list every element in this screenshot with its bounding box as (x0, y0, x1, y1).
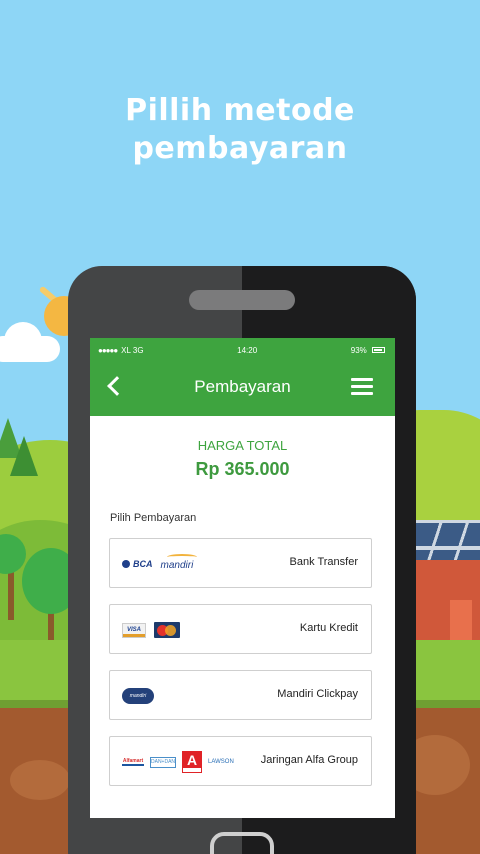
payment-option-label: Mandiri Clickpay (277, 688, 358, 700)
bca-logo: BCA (122, 559, 153, 569)
headline: Pillih metode pembayaran (0, 92, 480, 168)
battery-label: 93% (350, 345, 367, 355)
carrier-label: XL 3G (121, 345, 144, 355)
app-bar: Pembayaran (90, 362, 395, 416)
payment-section-label: Pilih Pembayaran (110, 512, 197, 524)
battery-indicator: 93% (351, 346, 385, 355)
dandan-logo: DAN+DAN (150, 756, 176, 768)
phone-speaker (189, 290, 295, 310)
mandiri-logo: mandiri (161, 553, 197, 571)
alfamidi-logo: A (182, 751, 202, 773)
mandiri-clickpay-logo: mandiri (122, 688, 154, 704)
headline-line-2: pembayaran (132, 131, 348, 166)
payment-option-alfa-group[interactable]: Alfamart DAN+DAN A LAWSON Jaringan Alfa … (109, 736, 372, 786)
page-title: Pembayaran (194, 377, 291, 396)
payment-option-label: Kartu Kredit (299, 622, 358, 634)
payment-option-mandiri-clickpay[interactable]: mandiri Mandiri Clickpay (109, 670, 372, 720)
hamburger-menu-icon[interactable] (351, 378, 373, 395)
payment-option-label: Bank Transfer (289, 556, 358, 568)
clock: 14:20 (237, 345, 258, 355)
mastercard-logo (154, 622, 180, 638)
total-price-value: Rp 365.000 (195, 459, 290, 479)
payment-option-bank-transfer[interactable]: BCA mandiri Bank Transfer (109, 538, 372, 588)
alfamart-logo: Alfamart (122, 758, 144, 766)
visa-logo: VISA (122, 622, 146, 638)
pine-tree (10, 436, 38, 476)
payment-option-label: Jaringan Alfa Group (260, 754, 358, 766)
phone-home-button (210, 832, 274, 854)
status-bar: ●●●●● XL 3G 14:20 93% (90, 338, 395, 362)
cloud (0, 318, 70, 362)
lawson-logo: LAWSON (208, 759, 234, 765)
battery-icon (372, 347, 385, 354)
app-screen: ●●●●● XL 3G 14:20 93% Pembayaran HARGA T… (90, 338, 395, 818)
payment-option-credit-card[interactable]: VISA Kartu Kredit (109, 604, 372, 654)
headline-line-1: Pillih metode (125, 93, 355, 128)
total-price-label: HARGA TOTAL (197, 438, 288, 453)
signal-icon: ●●●●● (98, 345, 118, 355)
